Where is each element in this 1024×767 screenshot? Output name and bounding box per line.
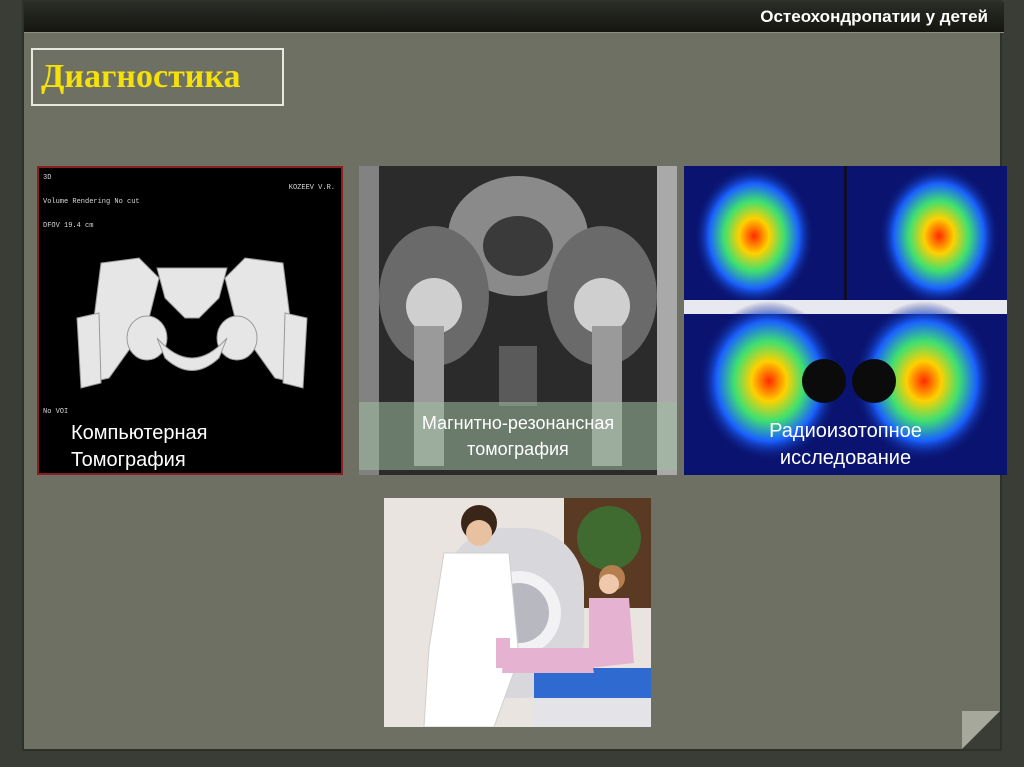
ct-caption-line2: Томография [71, 449, 186, 471]
mri-panel: Магнитно-резонансная томография [359, 166, 677, 475]
ct-caption-line1: Компьютерная [71, 422, 208, 444]
page-curl-decoration [962, 711, 1000, 749]
header-title: Остеохондропатии у детей [760, 7, 988, 26]
ct-exam-photo [384, 498, 651, 727]
slide: Остеохондропатии у детей Диагностика 3D … [22, 0, 1007, 751]
nuclear-panel: Радиоизотопное исследование [684, 166, 1007, 475]
child-exam-photo-icon [384, 498, 651, 727]
mri-caption-line1: Магнитно-резонансная [421, 413, 615, 433]
section-title-box: Диагностика [31, 48, 284, 106]
nuclear-caption-line2: исследование [779, 447, 912, 469]
nuclear-caption-line1: Радиоизотопное [769, 420, 922, 442]
section-title: Диагностика [41, 58, 241, 95]
mri-caption-line2: томография [467, 439, 569, 459]
mri-caption: Магнитно-резонансная томография [359, 410, 677, 462]
ct-panel: 3D Volume Rendering No cut DFOV 19.4 cm … [37, 166, 343, 475]
nuclear-caption: Радиоизотопное исследование [684, 418, 1007, 472]
ct-caption: Компьютерная Томография [71, 420, 208, 473]
header-bar: Остеохондропатии у детей [24, 2, 1004, 33]
